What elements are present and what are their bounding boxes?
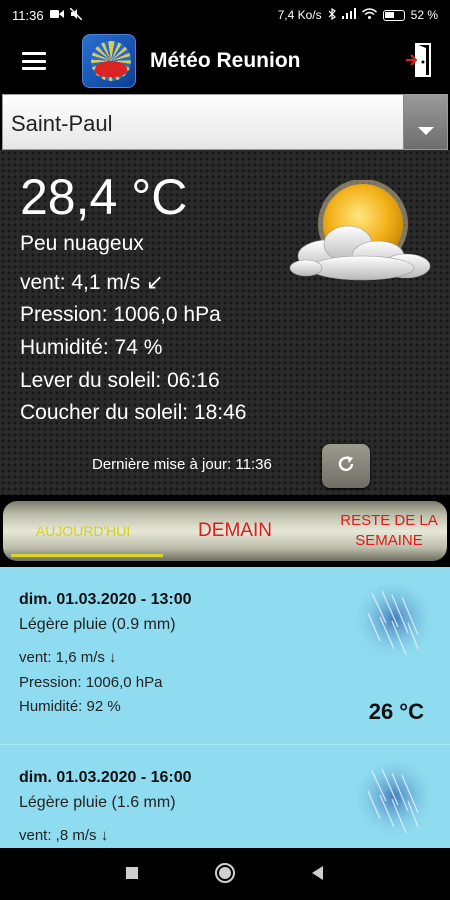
current-condition: Peu nuageux: [20, 232, 144, 255]
forecast-list[interactable]: dim. 01.03.2020 - 13:00 Légère pluie (0.…: [0, 567, 450, 848]
current-humidity: Humidité: 74 %: [20, 336, 163, 359]
tab-rest-label-line2: SEMAINE: [355, 532, 423, 549]
status-bar: 11:36 7,4 Ko/s 52 %: [0, 0, 450, 30]
exit-door-icon[interactable]: [406, 42, 432, 78]
menu-icon[interactable]: [22, 52, 46, 70]
rain-icon: [352, 761, 436, 845]
battery-percent: 52 %: [410, 8, 438, 22]
forecast-description: Légère pluie (1.6 mm): [19, 794, 176, 811]
chevron-down-icon[interactable]: [403, 95, 447, 149]
status-time: 11:36: [12, 7, 44, 23]
partly-cloudy-sun-icon: [288, 179, 438, 290]
rain-icon: [352, 583, 436, 667]
tab-rest-label-line1: RESTE DE LA: [340, 512, 438, 529]
forecast-wind: vent: ,8 m/s ↓: [19, 827, 109, 844]
app-logo: [82, 34, 136, 88]
recents-icon[interactable]: [126, 867, 138, 879]
tab-today[interactable]: AUJOURD'HUI: [3, 501, 163, 561]
current-sunset: Coucher du soleil: 18:46: [20, 401, 247, 424]
location-select[interactable]: Saint-Paul: [2, 94, 448, 150]
mute-icon: [69, 6, 83, 23]
refresh-icon: [336, 454, 356, 479]
refresh-button[interactable]: [322, 444, 370, 488]
forecast-pressure: Pression: 1006,0 hPa: [19, 674, 163, 691]
forecast-description: Légère pluie (0.9 mm): [19, 616, 176, 633]
current-pressure: Pression: 1006,0 hPa: [20, 303, 221, 326]
list-item[interactable]: dim. 01.03.2020 - 16:00 Légère pluie (1.…: [0, 744, 450, 848]
current-weather-panel: 28,4 °C Peu nuageux vent: 4,1 m/s ↙ Pres…: [0, 150, 450, 495]
current-sunrise: Lever du soleil: 06:16: [20, 369, 220, 392]
forecast-datetime: dim. 01.03.2020 - 16:00: [19, 769, 192, 786]
current-wind: vent: 4,1 m/s ↙: [20, 271, 164, 294]
forecast-datetime: dim. 01.03.2020 - 13:00: [19, 591, 192, 608]
battery-icon: [382, 9, 405, 21]
home-icon[interactable]: [215, 863, 235, 883]
current-temperature: 28,4 °C: [20, 169, 188, 225]
back-icon[interactable]: [312, 866, 323, 880]
bluetooth-icon: [328, 7, 336, 23]
tab-rest-of-week[interactable]: RESTE DE LA SEMAINE: [319, 501, 447, 561]
app-title: Météo Reunion: [150, 49, 301, 72]
forecast-temperature: 26 °C: [368, 699, 424, 724]
system-nav-bar: [0, 848, 450, 900]
tab-today-label: AUJOURD'HUI: [35, 523, 131, 539]
signal-icon: [341, 8, 356, 22]
forecast-wind: vent: 1,6 m/s ↓: [19, 649, 117, 666]
tab-tomorrow-label: DEMAIN: [198, 520, 272, 541]
list-item[interactable]: dim. 01.03.2020 - 13:00 Légère pluie (0.…: [0, 567, 450, 743]
video-icon: [49, 8, 64, 22]
app-bar: Météo Reunion: [0, 30, 450, 92]
tab-tomorrow[interactable]: DEMAIN: [171, 501, 299, 561]
location-selected: Saint-Paul: [11, 111, 113, 136]
tab-bar: AUJOURD'HUI DEMAIN RESTE DE LA SEMAINE: [0, 495, 450, 567]
forecast-humidity: Humidité: 92 %: [19, 698, 121, 715]
last-update-label: Dernière mise à jour: 11:36: [92, 456, 272, 473]
network-speed: 7,4 Ko/s: [277, 8, 322, 22]
wifi-icon: [361, 8, 377, 22]
